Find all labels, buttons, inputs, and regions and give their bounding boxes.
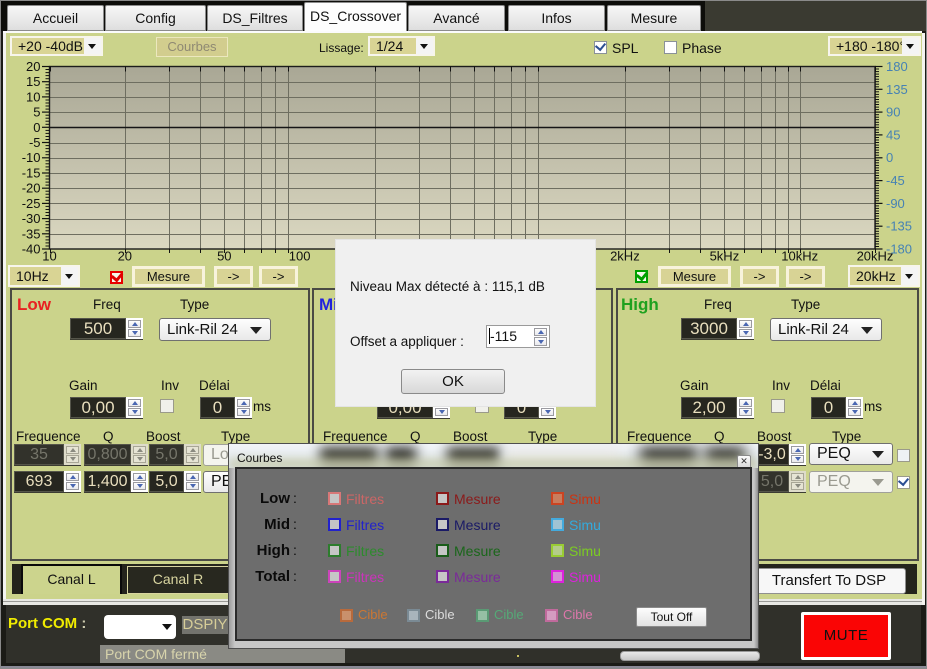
svg-text:50: 50	[217, 249, 231, 264]
svg-text:45: 45	[886, 127, 900, 142]
svg-text:-10: -10	[22, 150, 41, 165]
svg-text:90: 90	[886, 105, 900, 120]
svg-text:-25: -25	[22, 196, 41, 211]
svg-text:-30: -30	[22, 211, 41, 226]
svg-text:20kHz: 20kHz	[857, 249, 894, 264]
svg-text:135: 135	[886, 82, 908, 97]
svg-text:10: 10	[42, 249, 56, 264]
svg-text:-20: -20	[22, 181, 41, 196]
svg-text:15: 15	[26, 74, 40, 89]
svg-text:10kHz: 10kHz	[781, 249, 818, 264]
svg-text:10: 10	[26, 89, 40, 104]
svg-text:20: 20	[118, 249, 132, 264]
svg-text:20: 20	[26, 59, 40, 74]
svg-text:-45: -45	[886, 173, 905, 188]
svg-text:0: 0	[886, 150, 893, 165]
svg-text:5: 5	[33, 105, 40, 120]
svg-text:-40: -40	[22, 242, 41, 257]
svg-text:-5: -5	[29, 135, 41, 150]
svg-text:100: 100	[289, 249, 311, 264]
svg-text:180: 180	[886, 59, 908, 74]
svg-text:-35: -35	[22, 226, 41, 241]
svg-text:-135: -135	[886, 219, 912, 234]
svg-text:-90: -90	[886, 196, 905, 211]
svg-text:-15: -15	[22, 166, 41, 181]
svg-text:2kHz: 2kHz	[610, 249, 640, 264]
svg-text:5kHz: 5kHz	[710, 249, 740, 264]
svg-text:0: 0	[33, 120, 40, 135]
